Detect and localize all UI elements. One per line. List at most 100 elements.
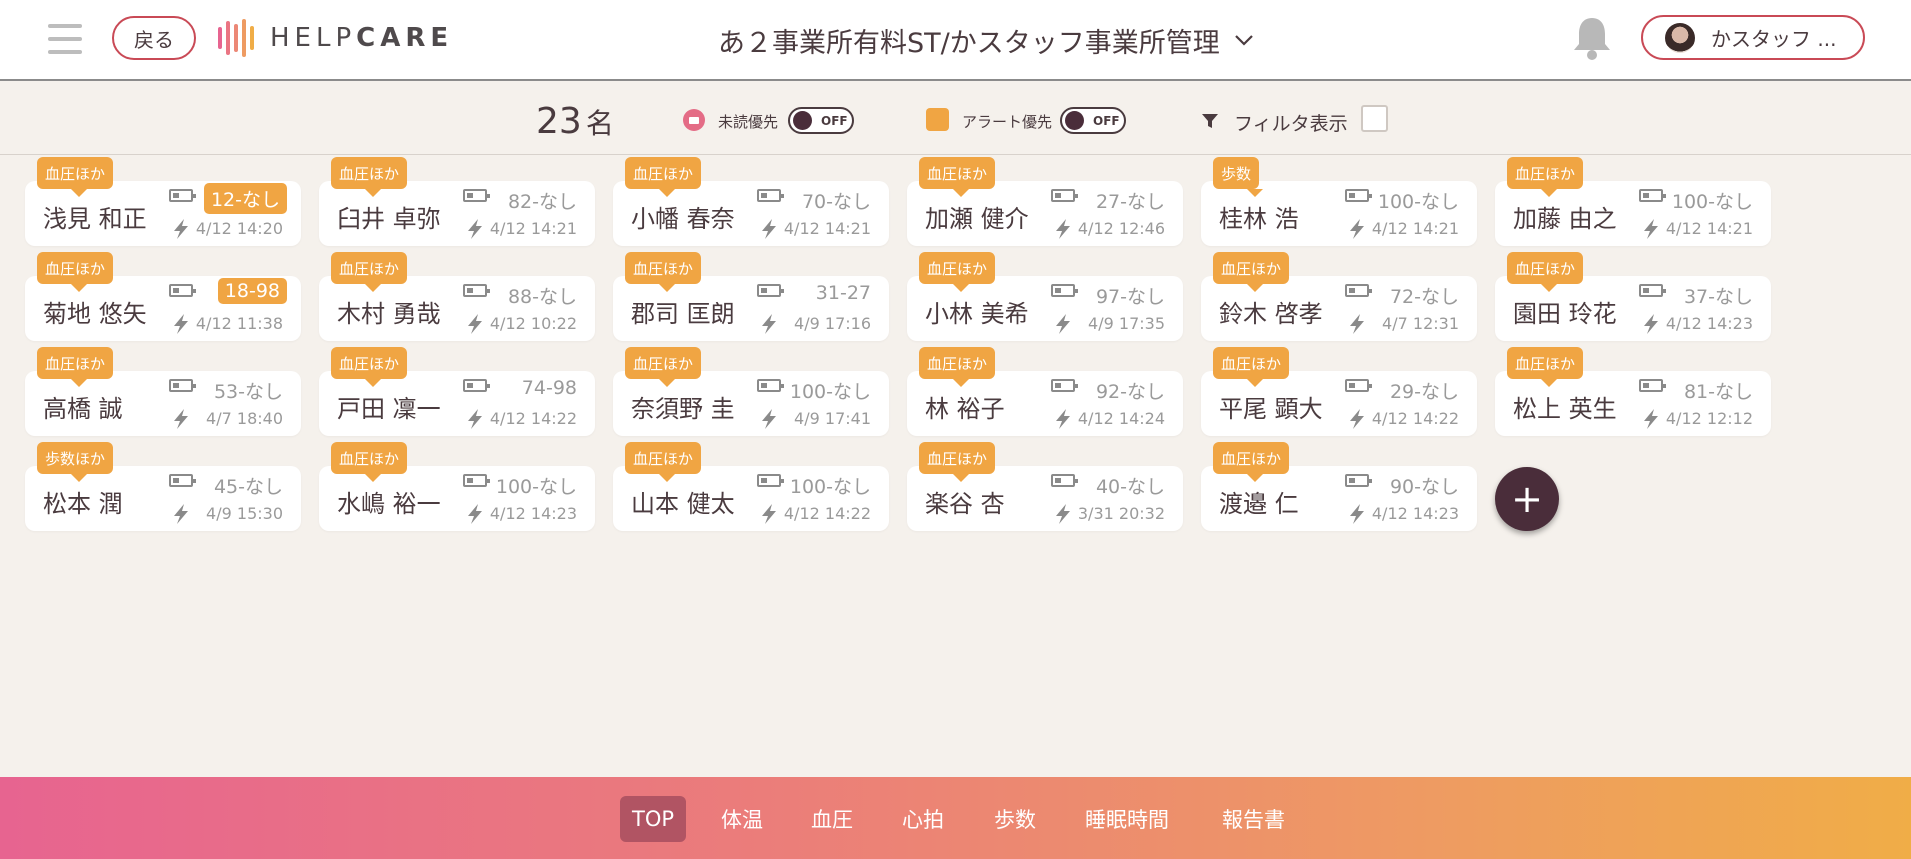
measurement-time: 4/7 12:31 [1382,314,1459,333]
menu-icon[interactable] [48,24,82,54]
measurement-tag: 血圧ほか [1507,157,1584,197]
resident-card[interactable]: 血圧ほか 平尾 顕大 29-なし 4/12 14:22 [1201,347,1477,436]
measurement-time: 4/9 15:30 [206,504,283,523]
resident-card[interactable]: 血圧ほか 加瀬 健介 27-なし 4/12 12:46 [907,157,1183,246]
resident-card[interactable]: 血圧ほか 鈴木 啓孝 72-なし 4/7 12:31 [1201,252,1477,341]
nav-item[interactable]: 血圧 [799,796,865,842]
resident-card[interactable]: 血圧ほか 郡司 匡朗 31-27 4/9 17:16 [613,252,889,341]
resident-count-number: 23 [536,101,582,142]
resident-card[interactable]: 血圧ほか 木村 勇哉 88-なし 4/12 10:22 [319,252,595,341]
lightning-icon [1644,219,1658,239]
nav-item[interactable]: 体温 [709,796,775,842]
resident-card[interactable]: 血圧ほか 山本 健太 100-なし 4/12 14:22 [613,442,889,531]
measurement-time: 4/12 10:22 [489,314,577,333]
filter-icon [1202,114,1218,128]
bottom-nav: TOP 体温 血圧 心拍 歩数 睡眠時間 報告書 [0,777,1911,859]
lightning-icon [468,314,482,334]
helpcare-logo: HELPCARE [218,18,453,58]
nav-item[interactable]: 歩数 [982,796,1048,842]
lightning-icon [762,504,776,524]
bell-icon[interactable] [1570,14,1614,62]
resident-name: 渡邉 仁 [1219,490,1299,518]
resident-name: 戸田 凜一 [337,395,441,423]
lightning-icon [1056,314,1070,334]
measurement-time: 4/7 18:40 [206,409,283,428]
blood-pressure-value: 37-なし [1683,286,1753,308]
alert-icon [926,108,949,131]
lightning-icon [174,409,188,429]
unread-priority-toggle[interactable]: OFF [788,107,854,134]
battery-icon [1051,189,1078,202]
battery-icon [1345,284,1372,297]
filter-display-checkbox[interactable] [1361,105,1388,132]
measurement-time: 4/12 12:46 [1077,219,1165,238]
measurement-time: 4/12 14:24 [1077,409,1165,428]
back-button[interactable]: 戻る [112,16,196,60]
measurement-tag: 歩数 [1213,157,1264,197]
blood-pressure-value: 70-なし [801,191,871,213]
blood-pressure-value: 100-なし [1377,191,1459,213]
resident-card[interactable]: 歩数 桂林 浩 100-なし 4/12 14:21 [1201,157,1477,246]
blood-pressure-value: 18-98 [217,278,287,304]
measurement-tag: 血圧ほか [1507,252,1584,292]
blood-pressure-value: 100-なし [1671,191,1753,213]
blood-pressure-value: 31-27 [815,282,871,304]
filter-display-label: フィルタ表示 [1234,113,1348,135]
resident-name: 松本 潤 [43,490,123,518]
lightning-icon [762,409,776,429]
resident-card[interactable]: 血圧ほか 松上 英生 81-なし 4/12 12:12 [1495,347,1771,436]
measurement-time: 4/12 14:21 [783,219,871,238]
nav-item[interactable]: 睡眠時間 [1073,796,1181,842]
resident-card[interactable]: 血圧ほか園田 玲花 37-なし 4/12 14:23 [1495,252,1771,341]
resident-card[interactable]: 血圧ほか林 裕子 92-なし 4/12 14:24 [907,347,1183,436]
blood-pressure-value: 92-なし [1095,381,1165,403]
unread-priority-label: 未読優先 [718,113,779,131]
measurement-time: 3/31 20:32 [1077,504,1165,523]
resident-card[interactable]: 血圧ほか 楽谷 杏 40-なし 3/31 20:32 [907,442,1183,531]
resident-name: 松上 英生 [1513,395,1617,423]
lightning-icon [1056,219,1070,239]
nav-item[interactable]: TOP [620,796,687,842]
resident-name: 加瀬 健介 [925,205,1029,233]
measurement-tag: 血圧ほか [331,252,408,292]
lightning-icon [174,504,188,524]
measurement-tag: 血圧ほか [625,442,702,482]
blood-pressure-value: 40-なし [1095,476,1165,498]
resident-card[interactable]: 歩数ほか 松本 潤 45-なし 4/9 15:30 [25,442,301,531]
resident-card[interactable]: 血圧ほか 小林 美希 97-なし 4/9 17:35 [907,252,1183,341]
resident-card[interactable]: 血圧ほか 高橋 誠 53-なし 4/7 18:40 [25,347,301,436]
resident-card[interactable]: 血圧ほか 臼井 卓弥 82-なし 4/12 14:21 [319,157,595,246]
resident-card[interactable]: 血圧ほか 奈須野 圭 100-なし 4/9 17:41 [613,347,889,436]
add-resident-button[interactable]: + [1495,467,1559,531]
resident-card[interactable]: 血圧ほか加藤 由之 100-なし 4/12 14:21 [1495,157,1771,246]
measurement-time: 4/12 14:23 [1665,314,1753,333]
measurement-tag: 歩数ほか [37,442,114,482]
resident-card[interactable]: 血圧ほか 小幡 春奈 70-なし 4/12 14:21 [613,157,889,246]
measurement-time: 4/12 14:21 [1371,219,1459,238]
resident-name: 加藤 由之 [1513,205,1617,233]
resident-card[interactable]: 血圧ほか 渡邉 仁 90-なし 4/12 14:23 [1201,442,1477,531]
resident-name: 浅見 和正 [43,205,147,233]
resident-card[interactable]: 血圧ほか 水嶋 裕一 100-なし 4/12 14:23 [319,442,595,531]
user-menu-button[interactable]: かスタッフ ... [1641,15,1865,60]
resident-card[interactable]: 血圧ほか 菊地 悠矢 18-98 4/12 11:38 [25,252,301,341]
alert-priority-toggle[interactable]: OFF [1060,107,1126,134]
measurement-tag: 血圧ほか [331,347,408,387]
measurement-time: 4/12 14:21 [1665,219,1753,238]
measurement-tag: 血圧ほか [331,157,408,197]
facility-selector[interactable]: あ２事業所有料ST/かスタッフ事業所管理 [718,18,1254,62]
lightning-icon [468,409,482,429]
nav-item[interactable]: 心拍 [890,796,956,842]
battery-icon [1051,379,1078,392]
filter-bar: 23 名 未読優先 OFF アラート優先 OFF フィルタ表示 [0,83,1911,155]
resident-card[interactable]: 血圧ほか 浅見 和正 12-なし 4/12 14:20 [25,157,301,246]
battery-icon [463,379,490,392]
alert-toggle-state: OFF [1093,113,1120,128]
resident-name: 菊地 悠矢 [43,300,147,328]
measurement-tag: 血圧ほか [919,347,996,387]
blood-pressure-value: 100-なし [789,381,871,403]
resident-name: 園田 玲花 [1513,300,1617,328]
nav-item[interactable]: 報告書 [1210,796,1297,842]
measurement-time: 4/12 14:20 [195,219,283,238]
resident-card[interactable]: 血圧ほか 戸田 凜一 74-98 4/12 14:22 [319,347,595,436]
